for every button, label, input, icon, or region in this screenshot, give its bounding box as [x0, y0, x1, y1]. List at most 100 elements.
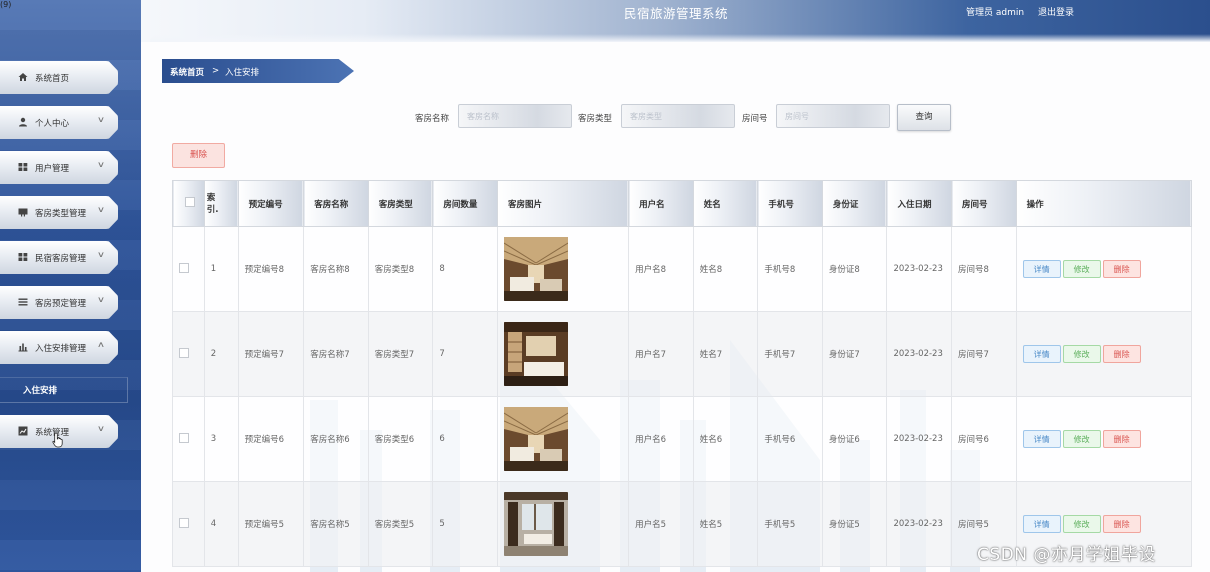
sidebar: (9) 系统首页 个人中心 ∨ 用户管理 ∨ 客房类型管理 ∨ 民宿客房管理 ∨…: [0, 0, 141, 572]
room-photo: [503, 492, 568, 556]
detail-button[interactable]: 详情: [1022, 430, 1061, 448]
breadcrumb-separator: >: [212, 66, 220, 76]
cell-phone: 手机号7: [757, 311, 823, 397]
room-photo: [503, 407, 568, 471]
cell-name: 姓名8: [692, 226, 759, 312]
room-type-input[interactable]: [621, 104, 735, 128]
row-select-cell[interactable]: [172, 226, 205, 312]
column-header-index: 索 引.: [203, 180, 239, 227]
cell-phone: 手机号5: [757, 481, 823, 567]
cell-id-card: 身份证8: [821, 226, 888, 312]
delete-button[interactable]: 删除: [1102, 345, 1141, 363]
cell-booking-no: 预定编号6: [237, 396, 305, 482]
edit-button[interactable]: 修改: [1062, 515, 1101, 533]
sidebar-item-room-management[interactable]: 民宿客房管理 ∨: [0, 241, 118, 274]
sidebar-item-label: 用户管理: [35, 164, 70, 174]
sidebar-subitem-checkin[interactable]: 入住安排: [0, 377, 128, 403]
table-row: 2 预定编号7 客房名称7 客房类型7 7 用户名7 姓名7 手机号7 身份证7: [172, 311, 1192, 397]
cell-room-name: 客房名称8: [303, 226, 369, 312]
room-no-input[interactable]: [776, 104, 890, 128]
chart-icon: [18, 426, 28, 436]
column-header-checkin-date: 入住日期: [886, 180, 953, 227]
breadcrumb-home[interactable]: 系统首页: [170, 66, 204, 78]
chevron-down-icon: ∨: [96, 424, 106, 433]
cell-booking-no: 预定编号7: [237, 311, 305, 397]
sidebar-item-label: 客房预定管理: [35, 299, 87, 309]
checkin-table: 索 引. 预定编号 客房名称 客房类型 房间数量 客房图片 用户名 姓名 手机号…: [172, 180, 1192, 567]
cell-checkin-date: 2023-02-23: [886, 311, 953, 397]
cell-room-count: 6: [432, 396, 498, 482]
column-header-actions: 操作: [1015, 180, 1192, 227]
chevron-down-icon: ∨: [96, 250, 106, 259]
cell-id-card: 身份证5: [821, 481, 888, 567]
sidebar-item-user-management[interactable]: 用户管理 ∨: [0, 151, 118, 184]
edit-button[interactable]: 修改: [1062, 345, 1101, 363]
sidebar-item-label: 民宿客房管理: [35, 254, 87, 264]
sidebar-item-label: 客房类型管理: [35, 209, 87, 219]
sidebar-item-personal-center[interactable]: 个人中心 ∨: [0, 106, 118, 139]
cell-booking-no: 预定编号8: [237, 226, 305, 312]
delete-button[interactable]: 删除: [1102, 430, 1141, 448]
sidebar-item-home[interactable]: 系统首页: [0, 61, 118, 94]
row-checkbox[interactable]: [179, 262, 189, 273]
row-checkbox[interactable]: [179, 347, 189, 358]
sidebar-item-booking-management[interactable]: 客房预定管理 ∨: [0, 286, 118, 319]
system-title: 民宿旅游管理系统: [624, 6, 729, 21]
cell-room-type: 客房类型6: [367, 396, 434, 482]
delete-button[interactable]: 删除: [1102, 515, 1141, 533]
cell-room-type: 客房类型7: [367, 311, 434, 397]
edit-button[interactable]: 修改: [1062, 260, 1101, 278]
sidebar-item-checkin-management[interactable]: 入住安排管理 ∧: [0, 331, 118, 364]
row-select-cell[interactable]: [172, 481, 205, 567]
column-header-phone: 手机号: [757, 180, 823, 227]
chevron-down-icon: ∨: [96, 205, 106, 214]
cell-room-type: 客房类型5: [367, 481, 434, 567]
detail-button[interactable]: 详情: [1022, 345, 1061, 363]
cell-index: 3: [203, 396, 239, 482]
cell-checkin-date: 2023-02-23: [886, 481, 953, 567]
column-header-username: 用户名: [628, 180, 694, 227]
cell-room-name: 客房名称5: [303, 481, 369, 567]
cell-room-name: 客房名称6: [303, 396, 369, 482]
cell-room-no: 房间号6: [951, 396, 1017, 482]
top-header: 民宿旅游管理系统 管理员 admin 退出登录: [0, 0, 1210, 42]
detail-button[interactable]: 详情: [1022, 260, 1061, 278]
bar-chart-icon: [18, 343, 28, 352]
cell-id-card: 身份证6: [821, 396, 888, 482]
logout-link[interactable]: 退出登录: [1038, 5, 1074, 18]
cell-username: 用户名6: [628, 396, 694, 482]
sidebar-item-label: 系统首页: [35, 74, 70, 84]
sidebar-item-room-type-management[interactable]: 客房类型管理 ∨: [0, 196, 118, 229]
row-select-cell[interactable]: [172, 311, 205, 397]
column-header-room-no: 房间号: [951, 180, 1017, 227]
select-all-header[interactable]: [172, 180, 205, 227]
row-select-cell[interactable]: [172, 396, 205, 482]
checkin-table-container: 索 引. 预定编号 客房名称 客房类型 房间数量 客房图片 用户名 姓名 手机号…: [172, 180, 1192, 572]
row-checkbox[interactable]: [179, 517, 189, 528]
delete-button[interactable]: 删除: [1102, 260, 1141, 278]
chevron-down-icon: ∨: [96, 295, 106, 304]
sidebar-item-system-management[interactable]: 系统管理 ∨: [0, 415, 118, 448]
cell-username: 用户名7: [628, 311, 694, 397]
room-name-label: 客房名称: [415, 114, 450, 124]
room-name-input[interactable]: [458, 104, 572, 128]
home-icon: [18, 73, 28, 81]
list-icon: [18, 298, 28, 306]
query-button[interactable]: 查询: [897, 104, 951, 131]
table-row: 1 预定编号8 客房名称8 客房类型8 8 用户名8 姓名8 手机号8 身份证8: [172, 226, 1192, 312]
edit-button[interactable]: 修改: [1062, 430, 1101, 448]
select-all-checkbox[interactable]: [185, 197, 195, 207]
chevron-down-icon: ∨: [96, 160, 106, 169]
column-header-room-type: 客房类型: [367, 180, 434, 227]
row-checkbox[interactable]: [179, 432, 189, 443]
cell-username: 用户名5: [628, 481, 694, 567]
cell-room-no: 房间号7: [951, 311, 1017, 397]
chevron-down-icon: ∨: [96, 115, 106, 124]
cursor-hand-icon: [52, 432, 63, 448]
column-header-name: 姓名: [692, 180, 759, 227]
bulk-delete-button[interactable]: 删除: [172, 143, 225, 168]
cell-username: 用户名8: [628, 226, 694, 312]
cell-checkin-date: 2023-02-23: [886, 396, 953, 482]
detail-button[interactable]: 详情: [1022, 515, 1061, 533]
cell-room-type: 客房类型8: [367, 226, 434, 312]
